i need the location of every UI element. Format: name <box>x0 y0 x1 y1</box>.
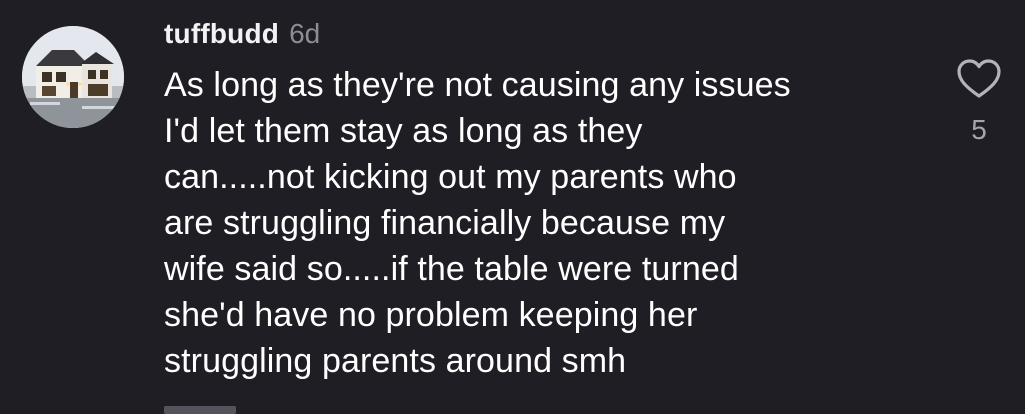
house-photo-icon <box>22 26 124 128</box>
like-button[interactable]: 5 <box>954 58 1004 146</box>
comment-text: As long as they're not causing any issue… <box>164 66 791 380</box>
heart-outline-icon[interactable] <box>956 58 1002 100</box>
comment-body: tuffbudd 6d As long as they're not causi… <box>164 18 924 384</box>
timestamp: 6d <box>289 18 321 49</box>
reply-link-partial[interactable] <box>164 406 236 414</box>
comment-item: tuffbudd 6d As long as they're not causi… <box>0 0 1025 414</box>
avatar[interactable] <box>22 26 124 128</box>
username[interactable]: tuffbudd <box>164 18 279 50</box>
comment-meta: tuffbudd 6d <box>164 18 924 58</box>
like-count: 5 <box>971 114 987 145</box>
